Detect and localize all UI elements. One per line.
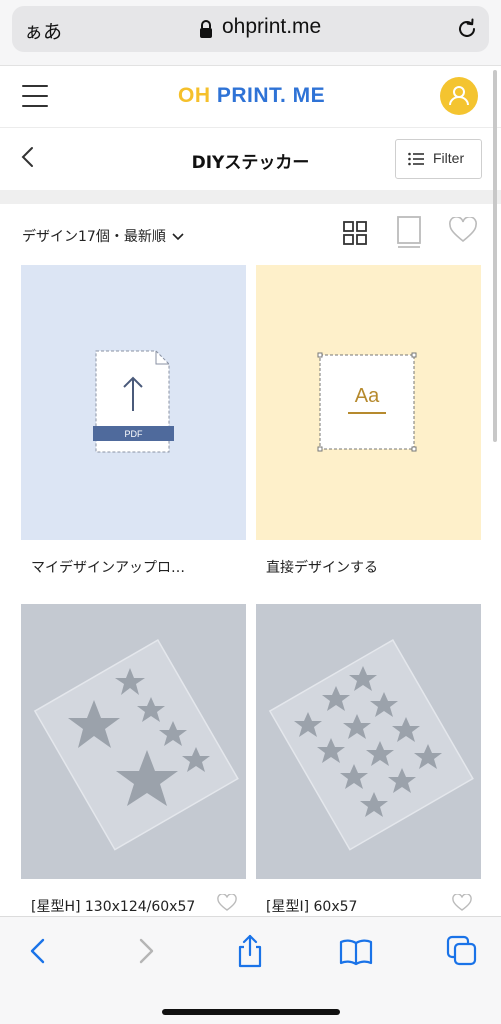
page-scrollbar[interactable]	[493, 70, 497, 442]
logo-oh: OH	[178, 84, 211, 107]
card-image[interactable]: Aa	[256, 265, 481, 540]
favorites-heart-icon[interactable]	[449, 217, 477, 243]
logo-print-me: PRINT. ME	[216, 84, 326, 107]
card-image[interactable]	[256, 604, 481, 879]
address-bar[interactable]: ぁあ ohprint.me	[12, 6, 489, 52]
star-sticker-sheet-image	[33, 639, 239, 851]
pdf-badge-text: PDF	[124, 429, 143, 439]
card-image[interactable]: PDF	[21, 265, 246, 540]
heart-icon[interactable]	[452, 894, 472, 912]
home-indicator	[162, 1009, 340, 1015]
tabs-icon[interactable]	[444, 933, 480, 969]
browser-bottom-bar	[0, 916, 501, 1024]
filter-button[interactable]: Filter	[395, 139, 482, 179]
user-avatar[interactable]	[440, 77, 478, 115]
filter-icon	[408, 152, 424, 166]
star-sticker-sheet-image	[268, 639, 474, 851]
list-toolbar: デザイン17個・最新順	[0, 204, 501, 264]
sort-label: デザイン17個・最新順	[22, 229, 166, 245]
section-divider	[0, 190, 501, 204]
single-view-icon[interactable]	[397, 216, 421, 248]
card-title[interactable]: マイデザインアップロ…	[31, 557, 221, 577]
card-title[interactable]: 直接デザインする	[266, 557, 456, 577]
heart-icon[interactable]	[217, 894, 237, 912]
forward-icon[interactable]	[128, 933, 164, 969]
url-text[interactable]: ohprint.me	[222, 15, 321, 39]
back-icon[interactable]	[20, 933, 56, 969]
share-icon[interactable]	[232, 933, 268, 969]
card-title[interactable]: [星型I] 60x57	[266, 896, 456, 916]
text-size-button[interactable]: ぁあ	[24, 17, 62, 44]
user-icon	[449, 86, 469, 106]
pdf-upload-icon	[93, 350, 174, 453]
site-header: OH PRINT. ME	[0, 66, 501, 128]
bookmarks-icon[interactable]	[338, 933, 374, 969]
grid-view-icon[interactable]	[343, 221, 367, 245]
card-image[interactable]	[21, 604, 246, 879]
reload-icon[interactable]	[455, 17, 479, 41]
browser-top-bar: ぁあ ohprint.me	[0, 0, 501, 66]
hamburger-menu-icon[interactable]	[22, 85, 48, 107]
lock-icon	[200, 20, 212, 38]
chevron-down-icon	[172, 233, 184, 241]
aa-glyph: Aa	[354, 385, 380, 407]
sort-dropdown[interactable]: デザイン17個・最新順	[22, 226, 184, 246]
site-logo[interactable]: OH PRINT. ME	[178, 84, 325, 108]
page-title-bar: DIYステッカー Filter	[0, 128, 501, 190]
card-title[interactable]: [星型H] 130x124/60x57	[31, 896, 221, 916]
filter-label: Filter	[433, 150, 465, 166]
